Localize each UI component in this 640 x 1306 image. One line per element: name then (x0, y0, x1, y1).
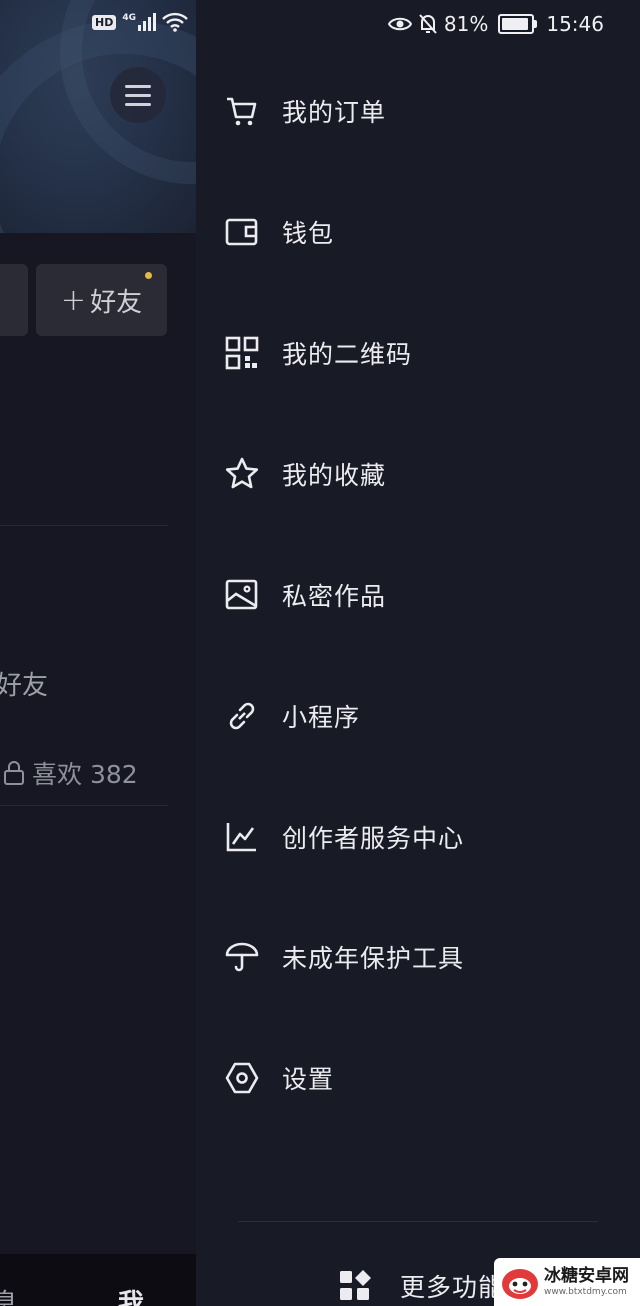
divider (0, 805, 168, 806)
likes-tab[interactable]: 喜欢 382 (2, 755, 138, 791)
watermark-url: www.btxtdmy.com (544, 1287, 627, 1297)
hd-badge: HD (92, 14, 117, 30)
menu-item-label: 钱包 (282, 219, 335, 248)
grid-diamond-icon (340, 1270, 371, 1300)
star-icon (224, 456, 260, 492)
hamburger-menu-button[interactable] (110, 67, 166, 123)
menu-item-label: 我的订单 (282, 98, 387, 127)
tab-me[interactable]: 我 (118, 1283, 144, 1306)
status-bar-left: HD 4G (92, 12, 188, 32)
wallet-icon (224, 214, 260, 250)
shopping-cart-icon (224, 93, 260, 129)
add-friend-label: 好友 (90, 287, 143, 318)
profile-action-button[interactable] (0, 264, 28, 336)
umbrella-icon (224, 939, 260, 975)
background-page: HD 4G + 好友 ' 好友 喜欢 382 息 我 (0, 0, 196, 1306)
likes-label: 喜欢 382 (32, 760, 138, 789)
hexagon-settings-icon (224, 1060, 260, 1096)
status-bar-right: 81% 15:46 (387, 12, 604, 36)
image-icon (224, 577, 260, 613)
divider (0, 525, 168, 526)
bottom-tab-bar: 息 我 (0, 1254, 196, 1306)
drawer-divider (238, 1221, 598, 1222)
site-watermark: 冰糖安卓网 www.btxtdmy.com (494, 1258, 640, 1306)
lock-icon (4, 761, 24, 785)
friends-fragment: 好友 (0, 671, 49, 701)
eye-icon (387, 17, 412, 31)
menu-item-favorites[interactable]: 我的收藏 (224, 444, 624, 504)
more-features-button[interactable]: 更多功能 (338, 1268, 504, 1304)
menu-item-settings[interactable]: 设置 (224, 1048, 624, 1108)
clock: 15:46 (546, 12, 604, 36)
battery-percent: 81% (443, 12, 489, 36)
menu-item-mini-programs[interactable]: 小程序 (224, 686, 624, 746)
watermark-logo-icon (502, 1269, 538, 1299)
qr-code-icon (224, 335, 260, 371)
profile-header-background (0, 0, 196, 233)
menu-item-label: 私密作品 (282, 582, 387, 611)
wifi-icon (162, 12, 188, 32)
chart-icon (224, 819, 260, 855)
side-drawer: 81% 15:46 我的订单 钱包 我的二维码 我的收藏 私密作品 小程序 创作… (196, 0, 640, 1306)
signal-icon (138, 13, 156, 31)
watermark-name: 冰糖安卓网 (544, 1266, 629, 1286)
menu-item-label: 创作者服务中心 (282, 824, 465, 853)
menu-item-qr-code[interactable]: 我的二维码 (224, 323, 624, 383)
menu-item-label: 我的二维码 (282, 340, 413, 369)
plus-icon: + (60, 282, 87, 318)
network-type: 4G (122, 13, 136, 23)
tab-messages[interactable]: 息 (0, 1283, 18, 1306)
menu-item-minor-protection[interactable]: 未成年保护工具 (224, 927, 624, 987)
menu-item-label: 小程序 (282, 703, 361, 732)
notification-dot (145, 272, 152, 279)
menu-item-private-works[interactable]: 私密作品 (224, 565, 624, 625)
menu-item-label: 未成年保护工具 (282, 944, 465, 973)
menu-item-creator-center[interactable]: 创作者服务中心 (224, 807, 624, 867)
battery-icon (498, 14, 538, 34)
menu-item-wallet[interactable]: 钱包 (224, 202, 624, 262)
menu-item-label: 设置 (282, 1065, 335, 1094)
more-features-label: 更多功能 (400, 1273, 505, 1302)
bell-muted-icon (419, 14, 437, 34)
menu-item-orders[interactable]: 我的订单 (224, 81, 624, 141)
menu-item-label: 我的收藏 (282, 461, 387, 490)
link-icon (224, 698, 260, 734)
